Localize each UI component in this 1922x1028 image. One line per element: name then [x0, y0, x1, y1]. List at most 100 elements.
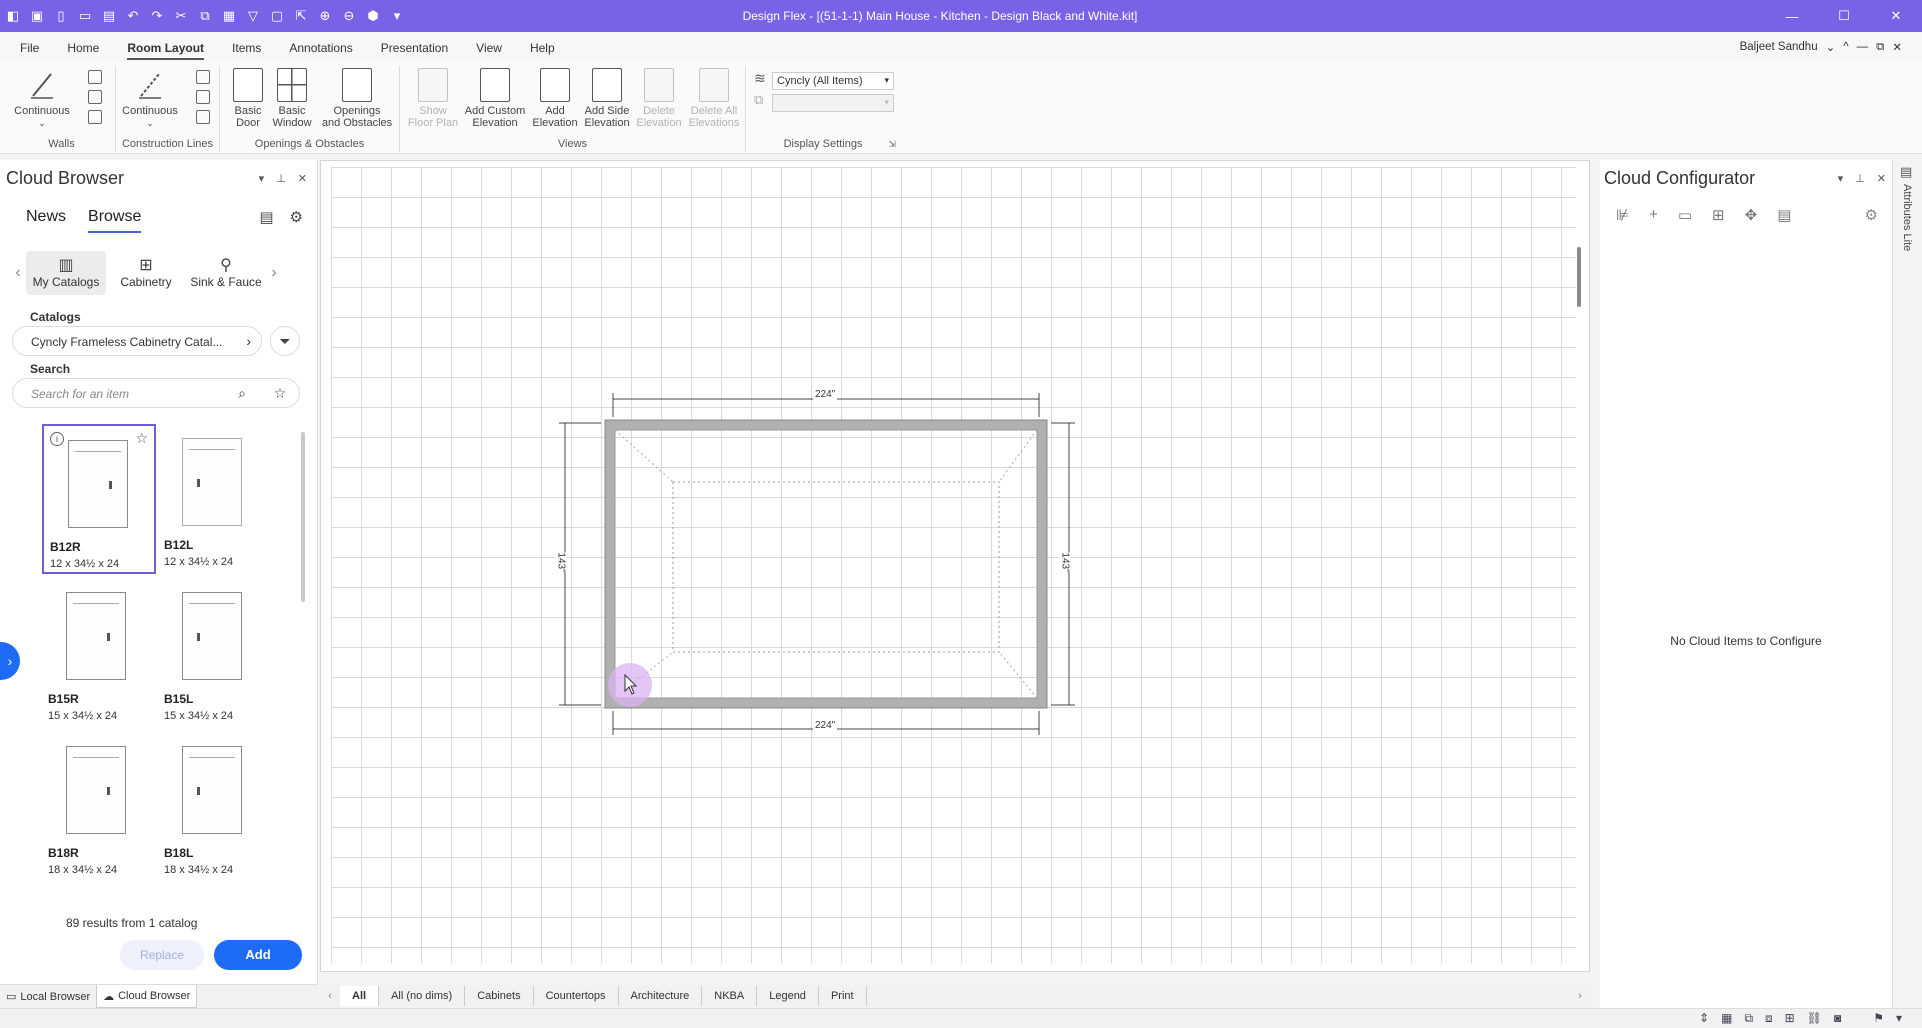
more-icon[interactable]: ▾ [388, 7, 406, 25]
frame-icon[interactable]: ⊞ [1712, 206, 1725, 224]
more-icon[interactable]: ▾ [1896, 1011, 1902, 1026]
add-button[interactable]: Add [214, 940, 302, 970]
overlap-icon[interactable]: ⧈ [1765, 1011, 1773, 1026]
category-my-catalogs[interactable]: ▥ My Catalogs [26, 251, 106, 295]
search-icon[interactable]: ⌕ [228, 378, 256, 408]
configure-icon[interactable]: ⊯ [1616, 206, 1629, 224]
view-tab-all[interactable]: All [340, 986, 380, 1006]
minimize-button[interactable]: — [1766, 0, 1818, 32]
collapse-ribbon-icon[interactable]: ^ [1843, 41, 1848, 53]
close-icon[interactable]: ✕ [1877, 172, 1886, 185]
float-icon[interactable]: ⧉ [1876, 41, 1884, 54]
chevron-left-icon[interactable]: ‹ [320, 986, 340, 1006]
wall-tool-icon[interactable] [88, 90, 102, 104]
dialog-launcher-icon[interactable]: ⇲ [888, 139, 896, 150]
view-tab-legend[interactable]: Legend [757, 986, 819, 1006]
attributes-lite-tab[interactable]: Attributes Lite [1901, 184, 1913, 251]
menu-view[interactable]: View [462, 41, 516, 62]
menu-home[interactable]: Home [53, 41, 113, 62]
chevron-right-icon[interactable]: › [1570, 986, 1590, 1006]
restore-icon[interactable]: — [1857, 41, 1869, 53]
close-button[interactable]: ✕ [1870, 0, 1922, 32]
add-custom-elevation-button[interactable]: Add Custom Elevation [462, 68, 528, 129]
view-tab-countertops[interactable]: Countertops [534, 986, 619, 1006]
view-tab-architecture[interactable]: Architecture [619, 986, 703, 1006]
catalog-item-b12r[interactable]: i ☆ B12R 12 x 34½ x 24 [42, 424, 156, 574]
dimension-left[interactable]: 143" [555, 552, 567, 573]
basic-window-button[interactable]: Basic Window [270, 68, 314, 129]
format-icon[interactable]: ▽ [244, 7, 262, 25]
floor-plan-canvas[interactable]: 224" 224" 143" 143" [331, 167, 1576, 963]
catalog-item-b15l[interactable]: B15L 15 x 34½ x 24 [158, 578, 272, 728]
wall-tool-icon[interactable] [88, 110, 102, 124]
menu-annotations[interactable]: Annotations [275, 41, 366, 62]
room-walls[interactable] [605, 420, 1047, 708]
wall-tool-icon[interactable] [88, 70, 102, 84]
category-cabinetry[interactable]: ⊞ Cabinetry [106, 251, 186, 295]
tab-browse[interactable]: Browse [88, 208, 142, 233]
catalog-item-b18l[interactable]: B18L 18 x 34½ x 24 [158, 732, 272, 882]
new-icon[interactable]: ▯ [52, 7, 70, 25]
chevron-down-icon[interactable]: ▾ [259, 172, 265, 185]
link-icon[interactable]: ⛓ [1807, 1011, 1822, 1026]
menu-items[interactable]: Items [218, 41, 275, 62]
star-icon[interactable]: ☆ [135, 430, 148, 447]
menu-help[interactable]: Help [516, 41, 569, 62]
gear-icon[interactable]: ⚙ [290, 208, 303, 226]
plus-icon[interactable]: + [1649, 206, 1658, 224]
move-icon[interactable]: ✥ [1745, 206, 1758, 224]
flag-icon[interactable]: ⚑ [1873, 1011, 1884, 1026]
catalog-item-b15r[interactable]: B15R 15 x 34½ x 24 [42, 578, 156, 728]
tab-cloud-browser[interactable]: ☁ Cloud Browser [96, 985, 198, 1008]
catalog-item-b12l[interactable]: B12L 12 x 34½ x 24 [158, 424, 272, 574]
catalog-item-b18r[interactable]: B18R 18 x 34½ x 24 [42, 732, 156, 882]
save-icon[interactable]: ▣ [28, 7, 46, 25]
layers-icon[interactable]: ⧉ [1744, 1011, 1753, 1026]
delete-all-elevations-button[interactable]: Delete All Elevations [684, 68, 744, 129]
show-floor-plan-button[interactable]: Show Floor Plan [406, 68, 460, 129]
layer-set-dropdown[interactable]: ▾ [772, 94, 894, 112]
pin-icon[interactable]: ⊥ [1855, 172, 1865, 185]
room-drawing[interactable] [331, 167, 1576, 963]
view-tab-nkba[interactable]: NKBA [702, 986, 758, 1006]
add-side-elevation-button[interactable]: Add Side Elevation [580, 68, 634, 129]
snap-icon[interactable]: ⇕ [1699, 1011, 1709, 1026]
construction-tool-icon[interactable] [196, 90, 210, 104]
save-as-icon[interactable]: ▤ [100, 7, 118, 25]
construction-tool-icon[interactable] [196, 70, 210, 84]
camera-icon[interactable]: ◙ [1834, 1011, 1841, 1026]
dimension-top[interactable]: 224" [813, 389, 838, 400]
basic-door-button[interactable]: Basic Door [228, 68, 268, 129]
menu-presentation[interactable]: Presentation [367, 41, 462, 62]
tab-local-browser[interactable]: ▭ Local Browser [0, 985, 96, 1008]
attributes-icon[interactable]: ▤ [1900, 164, 1912, 180]
redo-icon[interactable]: ↷ [148, 7, 166, 25]
menu-room-layout[interactable]: Room Layout [113, 41, 218, 62]
item-grid-scrollbar[interactable] [301, 432, 305, 602]
close-icon[interactable]: ✕ [298, 172, 307, 185]
replace-button[interactable]: Replace [120, 940, 204, 970]
export-icon[interactable]: ⇱ [292, 7, 310, 25]
chevron-left-icon[interactable]: ‹ [10, 264, 26, 282]
undo-icon[interactable]: ↶ [124, 7, 142, 25]
view-tab-print[interactable]: Print [819, 986, 867, 1006]
dimension-bottom[interactable]: 224" [813, 720, 838, 731]
layout-icon[interactable]: ▤ [1777, 206, 1791, 224]
favorite-star-icon[interactable]: ☆ [266, 378, 294, 408]
panel-icon[interactable]: ▢ [268, 7, 286, 25]
view-tab-cabinets[interactable]: Cabinets [465, 986, 534, 1006]
catalog-selector[interactable]: Cyncly Frameless Cabinetry Catal... › [12, 326, 262, 356]
view-tab-all-no-dims[interactable]: All (no dims) [379, 986, 466, 1006]
minus-icon[interactable]: ▭ [1678, 206, 1692, 224]
pin-icon[interactable]: ⊥ [276, 172, 286, 185]
add-elevation-button[interactable]: Add Elevation [530, 68, 580, 129]
category-sink-faucet[interactable]: ⚲ Sink & Fauce [186, 251, 266, 295]
tab-news[interactable]: News [26, 208, 66, 233]
catalog-view-icon[interactable]: ▤ [259, 208, 273, 226]
grid-icon[interactable]: ▦ [1721, 1011, 1732, 1026]
3d-icon[interactable]: ⬢ [364, 7, 382, 25]
table-icon[interactable]: ⊞ [1785, 1011, 1795, 1026]
paste-icon[interactable]: ▦ [220, 7, 238, 25]
open-icon[interactable]: ▭ [76, 7, 94, 25]
floor-plan-viewport[interactable]: 224" 224" 143" 143" [320, 160, 1590, 972]
